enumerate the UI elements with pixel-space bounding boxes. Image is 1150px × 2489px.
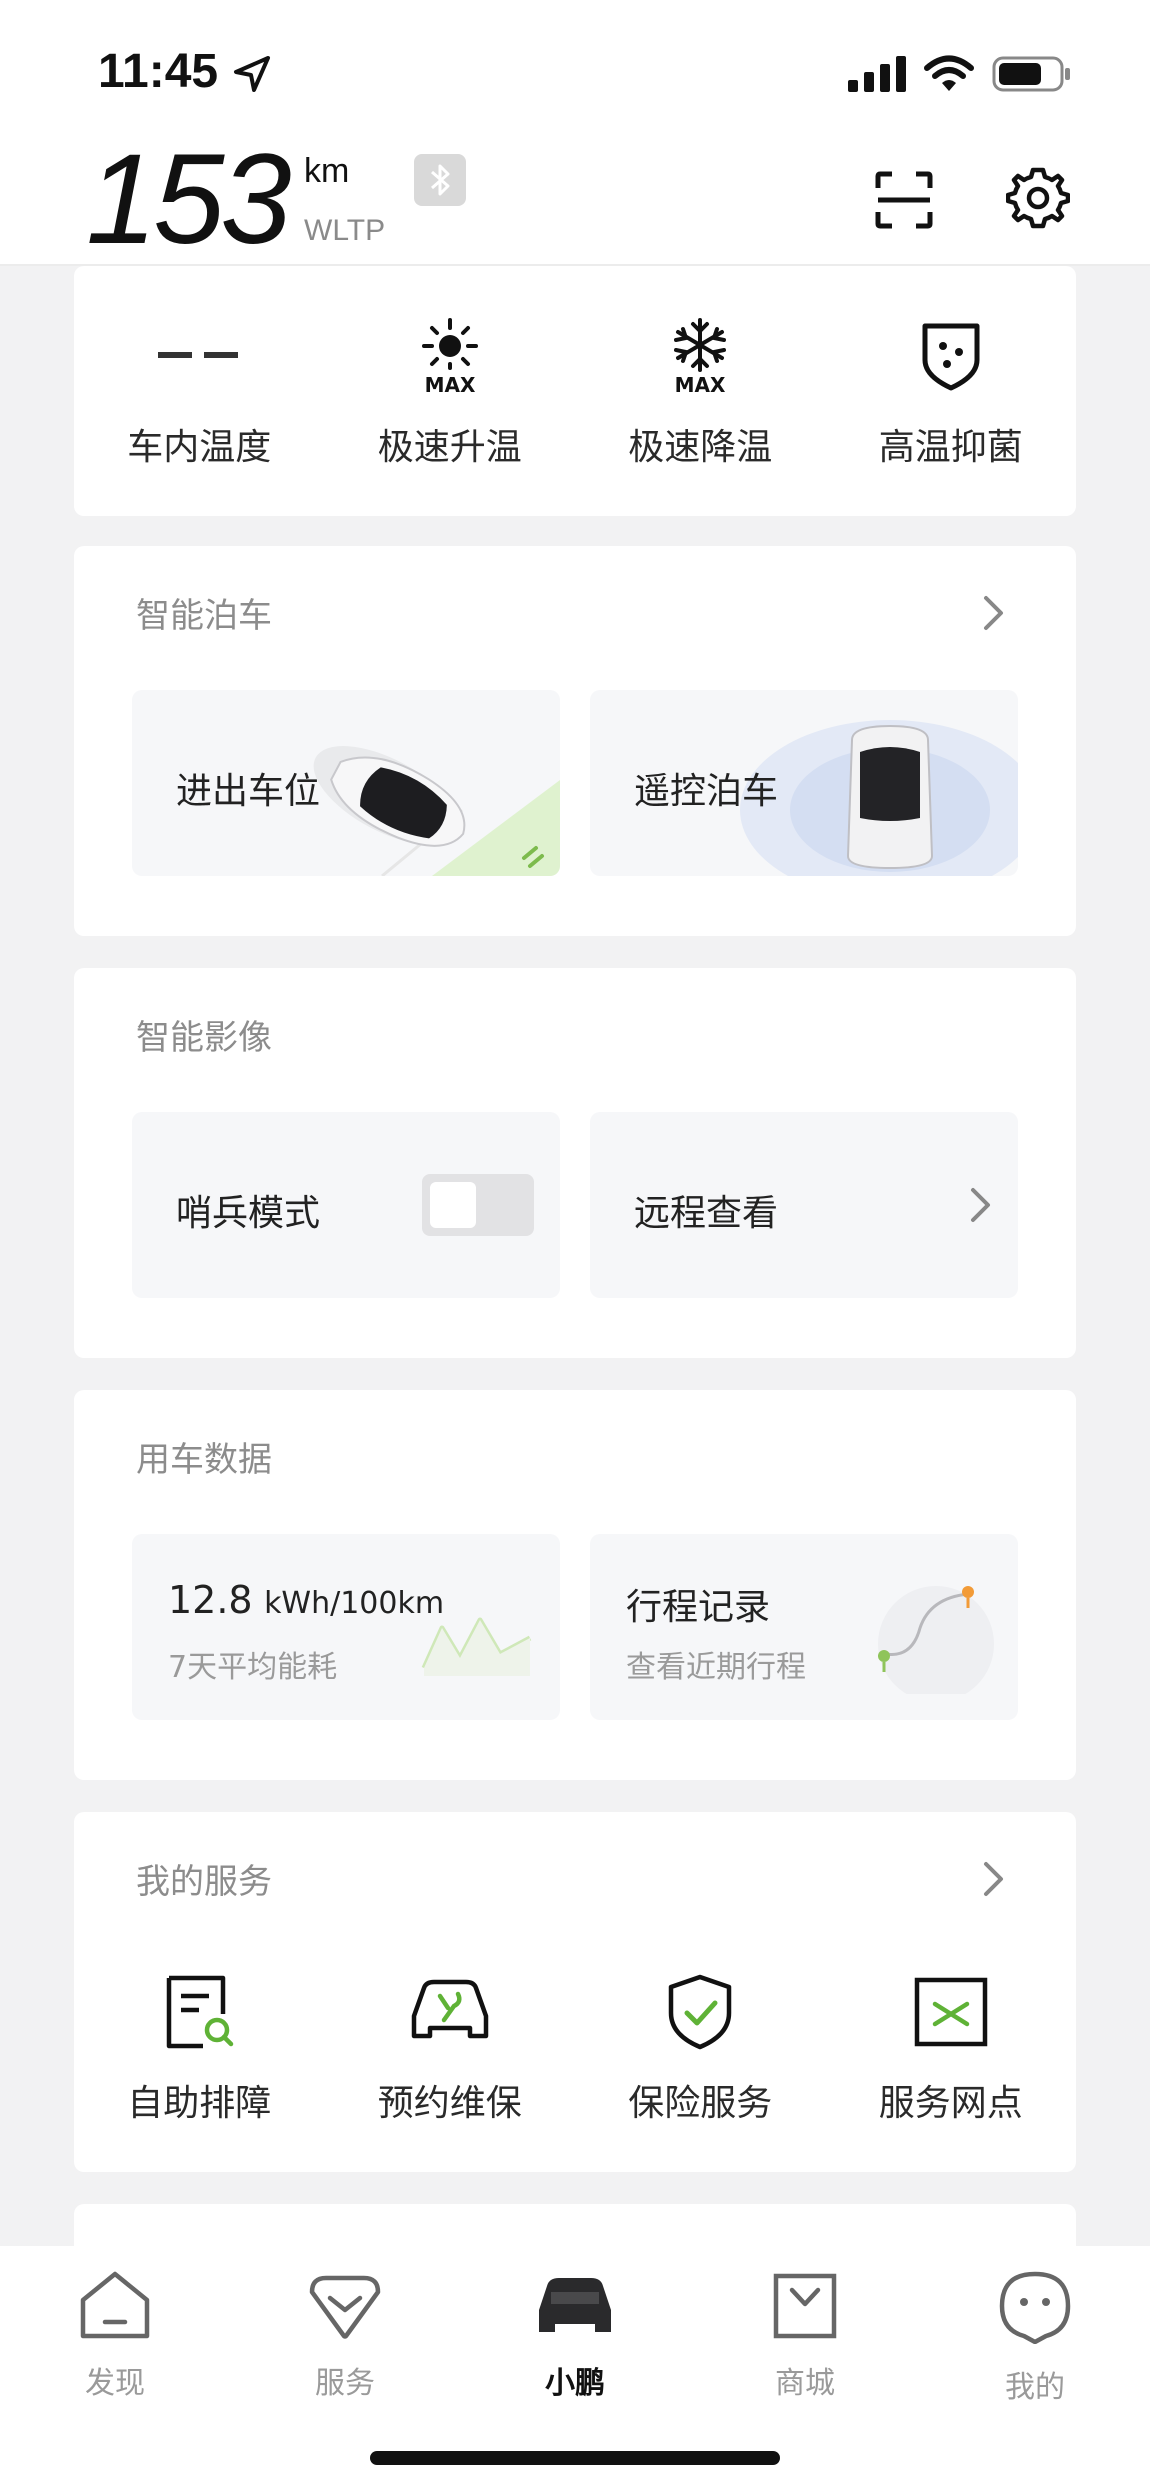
imaging-title: 智能影像 bbox=[136, 1018, 272, 1058]
bluetooth-icon[interactable] bbox=[414, 154, 466, 206]
service-label: 预约维保 bbox=[377, 2083, 522, 2124]
service-label: 服务网点 bbox=[878, 2083, 1023, 2124]
my-services-card: 我的服务 自助排障 预约维保 保险服务 服务网点 bbox=[74, 1812, 1076, 2172]
remote-view-label: 远程查看 bbox=[634, 1193, 779, 1234]
wifi-icon bbox=[924, 55, 974, 91]
temperature-dash-icon bbox=[158, 352, 239, 358]
consumption-unit: kWh/100km bbox=[264, 1586, 445, 1621]
consumption-value-row: 12.8 kWh/100km bbox=[168, 1578, 444, 1622]
chevron-right-icon[interactable] bbox=[982, 1860, 1006, 1898]
service-icon bbox=[309, 2275, 381, 2339]
consumption-subtitle: 7天平均能耗 bbox=[168, 1650, 338, 1685]
home-icon bbox=[80, 2271, 150, 2339]
climate-item-fast-heat[interactable]: MAX 极速升温 bbox=[325, 316, 576, 470]
self-diagnosis-icon bbox=[167, 1975, 234, 2049]
scan-icon[interactable] bbox=[874, 170, 934, 230]
trip-record-label: 行程记录 bbox=[626, 1587, 771, 1628]
tab-label: 商城 bbox=[775, 2366, 835, 2401]
car-icon bbox=[539, 2278, 611, 2332]
service-outlets[interactable]: 服务网点 bbox=[826, 1972, 1077, 2126]
service-self-diagnosis[interactable]: 自助排障 bbox=[74, 1972, 325, 2126]
shield-check-icon bbox=[669, 1974, 732, 2050]
svg-text:MAX: MAX bbox=[424, 373, 475, 396]
climate-grid: 车内温度 MAX 极速升温 MAX 极速降温 高温抑菌 bbox=[74, 316, 1076, 470]
tab-discover[interactable]: 发现 bbox=[45, 2270, 185, 2402]
parking-title: 智能泊车 bbox=[136, 596, 272, 636]
home-indicator[interactable] bbox=[370, 2451, 780, 2465]
tile-remote-parking[interactable]: 遥控泊车 bbox=[590, 690, 1018, 876]
location-arrow-icon bbox=[234, 56, 270, 92]
tile-park-in-out[interactable]: 进出车位 bbox=[132, 690, 560, 876]
tile-energy-consumption[interactable]: 12.8 kWh/100km 7天平均能耗 bbox=[132, 1534, 560, 1720]
climate-card: 车内温度 MAX 极速升温 MAX 极速降温 高温抑菌 bbox=[74, 266, 1076, 516]
range-value: 153 bbox=[86, 128, 292, 271]
climate-item-label: 车内温度 bbox=[127, 427, 272, 468]
sentry-mode-label: 哨兵模式 bbox=[176, 1193, 321, 1234]
shop-bag-icon bbox=[773, 2273, 837, 2339]
service-label: 自助排障 bbox=[127, 2083, 272, 2124]
chevron-right-icon bbox=[971, 1188, 990, 1222]
vehicle-header: 153 km WLTP bbox=[0, 136, 1150, 266]
sun-max-icon: MAX bbox=[421, 318, 478, 396]
tile-trip-record[interactable]: 行程记录 查看近期行程 bbox=[590, 1534, 1018, 1720]
tab-label: 发现 bbox=[85, 2366, 145, 2401]
climate-item-sterilize[interactable]: 高温抑菌 bbox=[826, 316, 1077, 470]
status-time: 11:45 bbox=[98, 45, 219, 98]
tile-sentry-mode: 哨兵模式 bbox=[132, 1112, 560, 1298]
remote-parking-label: 遥控泊车 bbox=[634, 771, 779, 812]
consumption-value: 12.8 bbox=[168, 1578, 253, 1622]
status-indicators bbox=[848, 54, 1072, 94]
smart-imaging-card: 智能影像 哨兵模式 远程查看 bbox=[74, 968, 1076, 1358]
sentry-mode-toggle[interactable] bbox=[422, 1174, 534, 1236]
trip-record-subtitle: 查看近期行程 bbox=[626, 1650, 806, 1685]
toggle-knob bbox=[430, 1182, 476, 1228]
climate-item-fast-cool[interactable]: MAX 极速降温 bbox=[575, 316, 826, 470]
battery-icon bbox=[992, 56, 1070, 92]
snowflake-max-icon: MAX bbox=[674, 318, 727, 396]
park-in-out-label: 进出车位 bbox=[176, 771, 321, 812]
service-label: 保险服务 bbox=[628, 2083, 773, 2124]
tab-label: 小鹏 bbox=[545, 2366, 605, 2401]
energy-trend-icon bbox=[421, 1617, 532, 1676]
climate-item-label: 极速降温 bbox=[628, 427, 773, 468]
gear-icon[interactable] bbox=[1006, 166, 1070, 230]
tab-xpeng[interactable]: 小鹏 bbox=[505, 2270, 645, 2402]
vehicle-data-card: 用车数据 12.8 kWh/100km 7天平均能耗 行程记录 查看近期行程 bbox=[74, 1390, 1076, 1780]
svg-text:MAX: MAX bbox=[675, 373, 726, 396]
tab-shop[interactable]: 商城 bbox=[735, 2270, 875, 2402]
smart-parking-card: 智能泊车 进出车位 遥控泊车 bbox=[74, 546, 1076, 936]
tab-me[interactable]: 我的 bbox=[965, 2270, 1105, 2406]
car-wrench-icon bbox=[411, 1979, 488, 2039]
tab-service[interactable]: 服务 bbox=[275, 2270, 415, 2402]
signal-icon bbox=[848, 56, 906, 92]
range-unit: km bbox=[304, 152, 350, 190]
service-point-icon bbox=[914, 1977, 987, 2047]
profile-face-icon bbox=[999, 2271, 1071, 2344]
shield-dots-icon bbox=[922, 323, 980, 391]
services-grid: 自助排障 预约维保 保险服务 服务网点 bbox=[74, 1972, 1076, 2126]
tile-remote-view[interactable]: 远程查看 bbox=[590, 1112, 1018, 1298]
usage-title: 用车数据 bbox=[136, 1440, 272, 1480]
chevron-right-icon[interactable] bbox=[982, 594, 1006, 632]
route-icon bbox=[878, 1586, 994, 1694]
tab-label: 我的 bbox=[1005, 2370, 1065, 2405]
service-insurance[interactable]: 保险服务 bbox=[575, 1972, 826, 2126]
climate-item-label: 极速升温 bbox=[377, 427, 522, 468]
climate-item-label: 高温抑菌 bbox=[878, 427, 1023, 468]
tab-label: 服务 bbox=[315, 2366, 375, 2401]
service-maintenance-booking[interactable]: 预约维保 bbox=[325, 1972, 576, 2126]
range-standard: WLTP bbox=[304, 214, 386, 247]
climate-item-cabin-temp[interactable]: 车内温度 bbox=[74, 316, 325, 470]
services-title: 我的服务 bbox=[136, 1862, 272, 1902]
